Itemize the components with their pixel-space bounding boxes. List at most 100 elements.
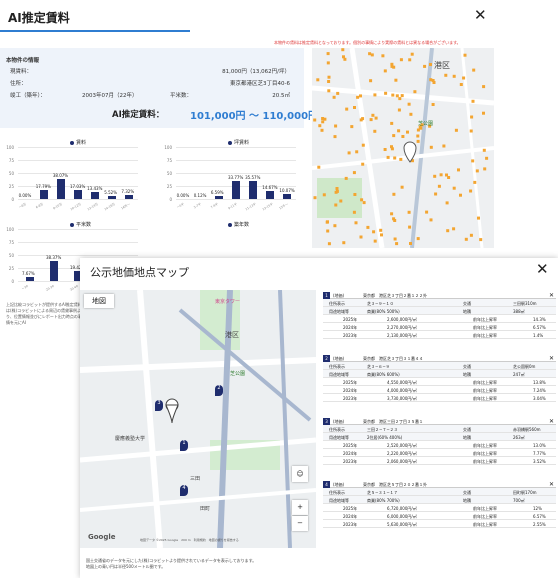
rent-data-marker [335,189,339,193]
table-header: 1 (地価) 東京都 港区芝３丁目２番１２２外 ✕ [323,292,556,299]
bar-value-label: 14.67% [262,185,278,191]
rent-data-marker [429,145,433,149]
x-tick-label: 〜5千 [175,202,185,210]
point-number: 2 [323,355,330,362]
rent-data-marker [380,233,383,237]
table-row: 住所表示 芝３−６−９ 交通 芝公園駅0m [323,362,556,370]
table-cell: 3,730,000円/㎡ [387,396,417,401]
rent-data-marker [473,180,477,184]
point-number: 3 [323,418,330,425]
table-row: 2025年 2,600,000円/㎡ 前年比上昇率 14.3% [323,315,556,323]
table-row: 2024年 6,000,000円/㎡ 前年比上昇率 6.57% [323,512,556,520]
rent-data-marker [321,120,325,124]
rent-data-marker [354,221,358,225]
close-icon[interactable]: ✕ [549,292,554,299]
map-marker-3[interactable]: 3 [155,400,163,411]
estimate-value: 101,000円 〜 110,000円 [190,111,319,122]
rent-data-marker [333,135,337,139]
rent-data-marker [369,118,373,122]
bar-value-label: 13.43% [87,186,103,192]
map-marker-4[interactable]: 4 [180,485,188,496]
rent-data-marker [353,193,357,196]
map-label: 田町 [200,506,211,512]
x-tick-label: 20-30 [45,284,55,292]
close-icon[interactable]: ✕ [549,481,554,488]
map-marker-1[interactable]: 1 [180,440,188,451]
rent-data-marker [342,241,346,245]
rent-data-marker [383,148,387,151]
x-tick-label: 10-12万 [69,202,82,212]
close-icon[interactable]: ✕ [549,418,554,425]
rent-data-marker [321,117,325,120]
table-header: 2 (地価) 東京都 港区芝３丁目３１番４４ ✕ [323,355,556,362]
rent-data-marker [313,118,317,122]
estimate-label: AI推定賃料： [112,110,165,120]
zoom-in-button[interactable]: + [292,500,308,515]
gridline [18,160,138,161]
bar [266,191,275,199]
rent-data-marker [397,129,401,133]
rent-data-marker [401,135,405,138]
rent-data-marker [362,201,366,205]
table-cell: 5,630,000円/㎡ [387,522,417,527]
close-icon[interactable]: ✕ [549,355,554,362]
table-row: 2024年 2,270,000円/㎡ 前年比上昇率 6.57% [323,323,556,331]
legend-dot-icon [70,222,74,227]
rent-data-marker [318,124,322,128]
rent-data-marker [326,61,330,65]
rent-data-marker [395,94,399,98]
close-icon[interactable]: ✕ [536,260,549,278]
y-tick-label: 75 [8,240,14,245]
rent-data-marker [475,169,479,173]
table-cell: 6.57% [533,514,546,519]
land-price-table: 3 (地価) 東京都 港区三田２丁目３５番１ ✕ 住所表示 三田２−７−２３ 交通 赤羽橋駅5… [323,418,556,465]
rent-data-marker [482,85,486,89]
table-cell: 6.57% [533,325,546,330]
bar-value-label: 35.57% [245,174,261,180]
rent-data-marker [359,235,363,239]
rent-data-marker [327,89,331,93]
chart-title-text: 平米数 [76,222,92,228]
rent-data-marker [409,112,413,116]
gridline [176,160,296,161]
rent-data-marker [372,230,376,234]
rent-data-marker [326,229,330,233]
pegman-icon[interactable]: ☺ [292,466,308,482]
rent-data-marker [482,111,485,115]
rent-data-marker [316,78,320,82]
rent-data-marker [445,201,449,205]
rent-map[interactable]: 港区 芝公園 [312,48,494,248]
close-icon[interactable]: ✕ [474,6,487,24]
zoom-out-button[interactable]: − [292,516,308,531]
rent-data-marker [429,218,433,222]
x-tick-label: 13-15千 [261,202,274,212]
rent-data-marker [446,229,450,233]
map-type-dropdown[interactable]: 地図 [84,294,114,308]
chart-title-text: 築年数 [234,222,250,228]
y-tick-label: 0 [11,197,14,202]
x-tick-label: 11-13千 [244,202,257,212]
rent-data-marker [442,144,446,148]
rent-data-marker [327,75,331,79]
rent-data-marker [350,125,354,129]
land-price-map[interactable]: 地図 1 3 2 4 港区 東京タワー 芝公園 三田 慶應義塾大学 田町 Goo… [80,290,316,548]
map-marker-2[interactable]: 2 [215,385,223,396]
rent-data-marker [431,103,435,106]
rent-data-marker [407,210,411,214]
rent-data-marker [432,81,436,84]
rent-data-marker [352,210,356,214]
address-value: 東京都港区芝3丁目40-6 [230,81,290,87]
x-tick-label: 9-11千 [227,202,238,211]
table-cell: 7.77% [533,451,546,456]
rent-data-marker [429,78,433,82]
table-cell: 2023年 [343,522,358,527]
rent-data-marker [399,157,403,161]
rent-data-marker [445,173,448,177]
rent-data-marker [469,233,473,237]
table-cell: 2.55% [533,522,546,527]
rent-data-marker [322,193,326,197]
table-row: 2023年 5,630,000円/㎡ 前年比上昇率 2.55% [323,520,556,528]
table-cell: 2023年 [343,396,358,401]
rent-data-marker [371,113,375,117]
modal-title: AI推定賃料 [8,11,70,25]
